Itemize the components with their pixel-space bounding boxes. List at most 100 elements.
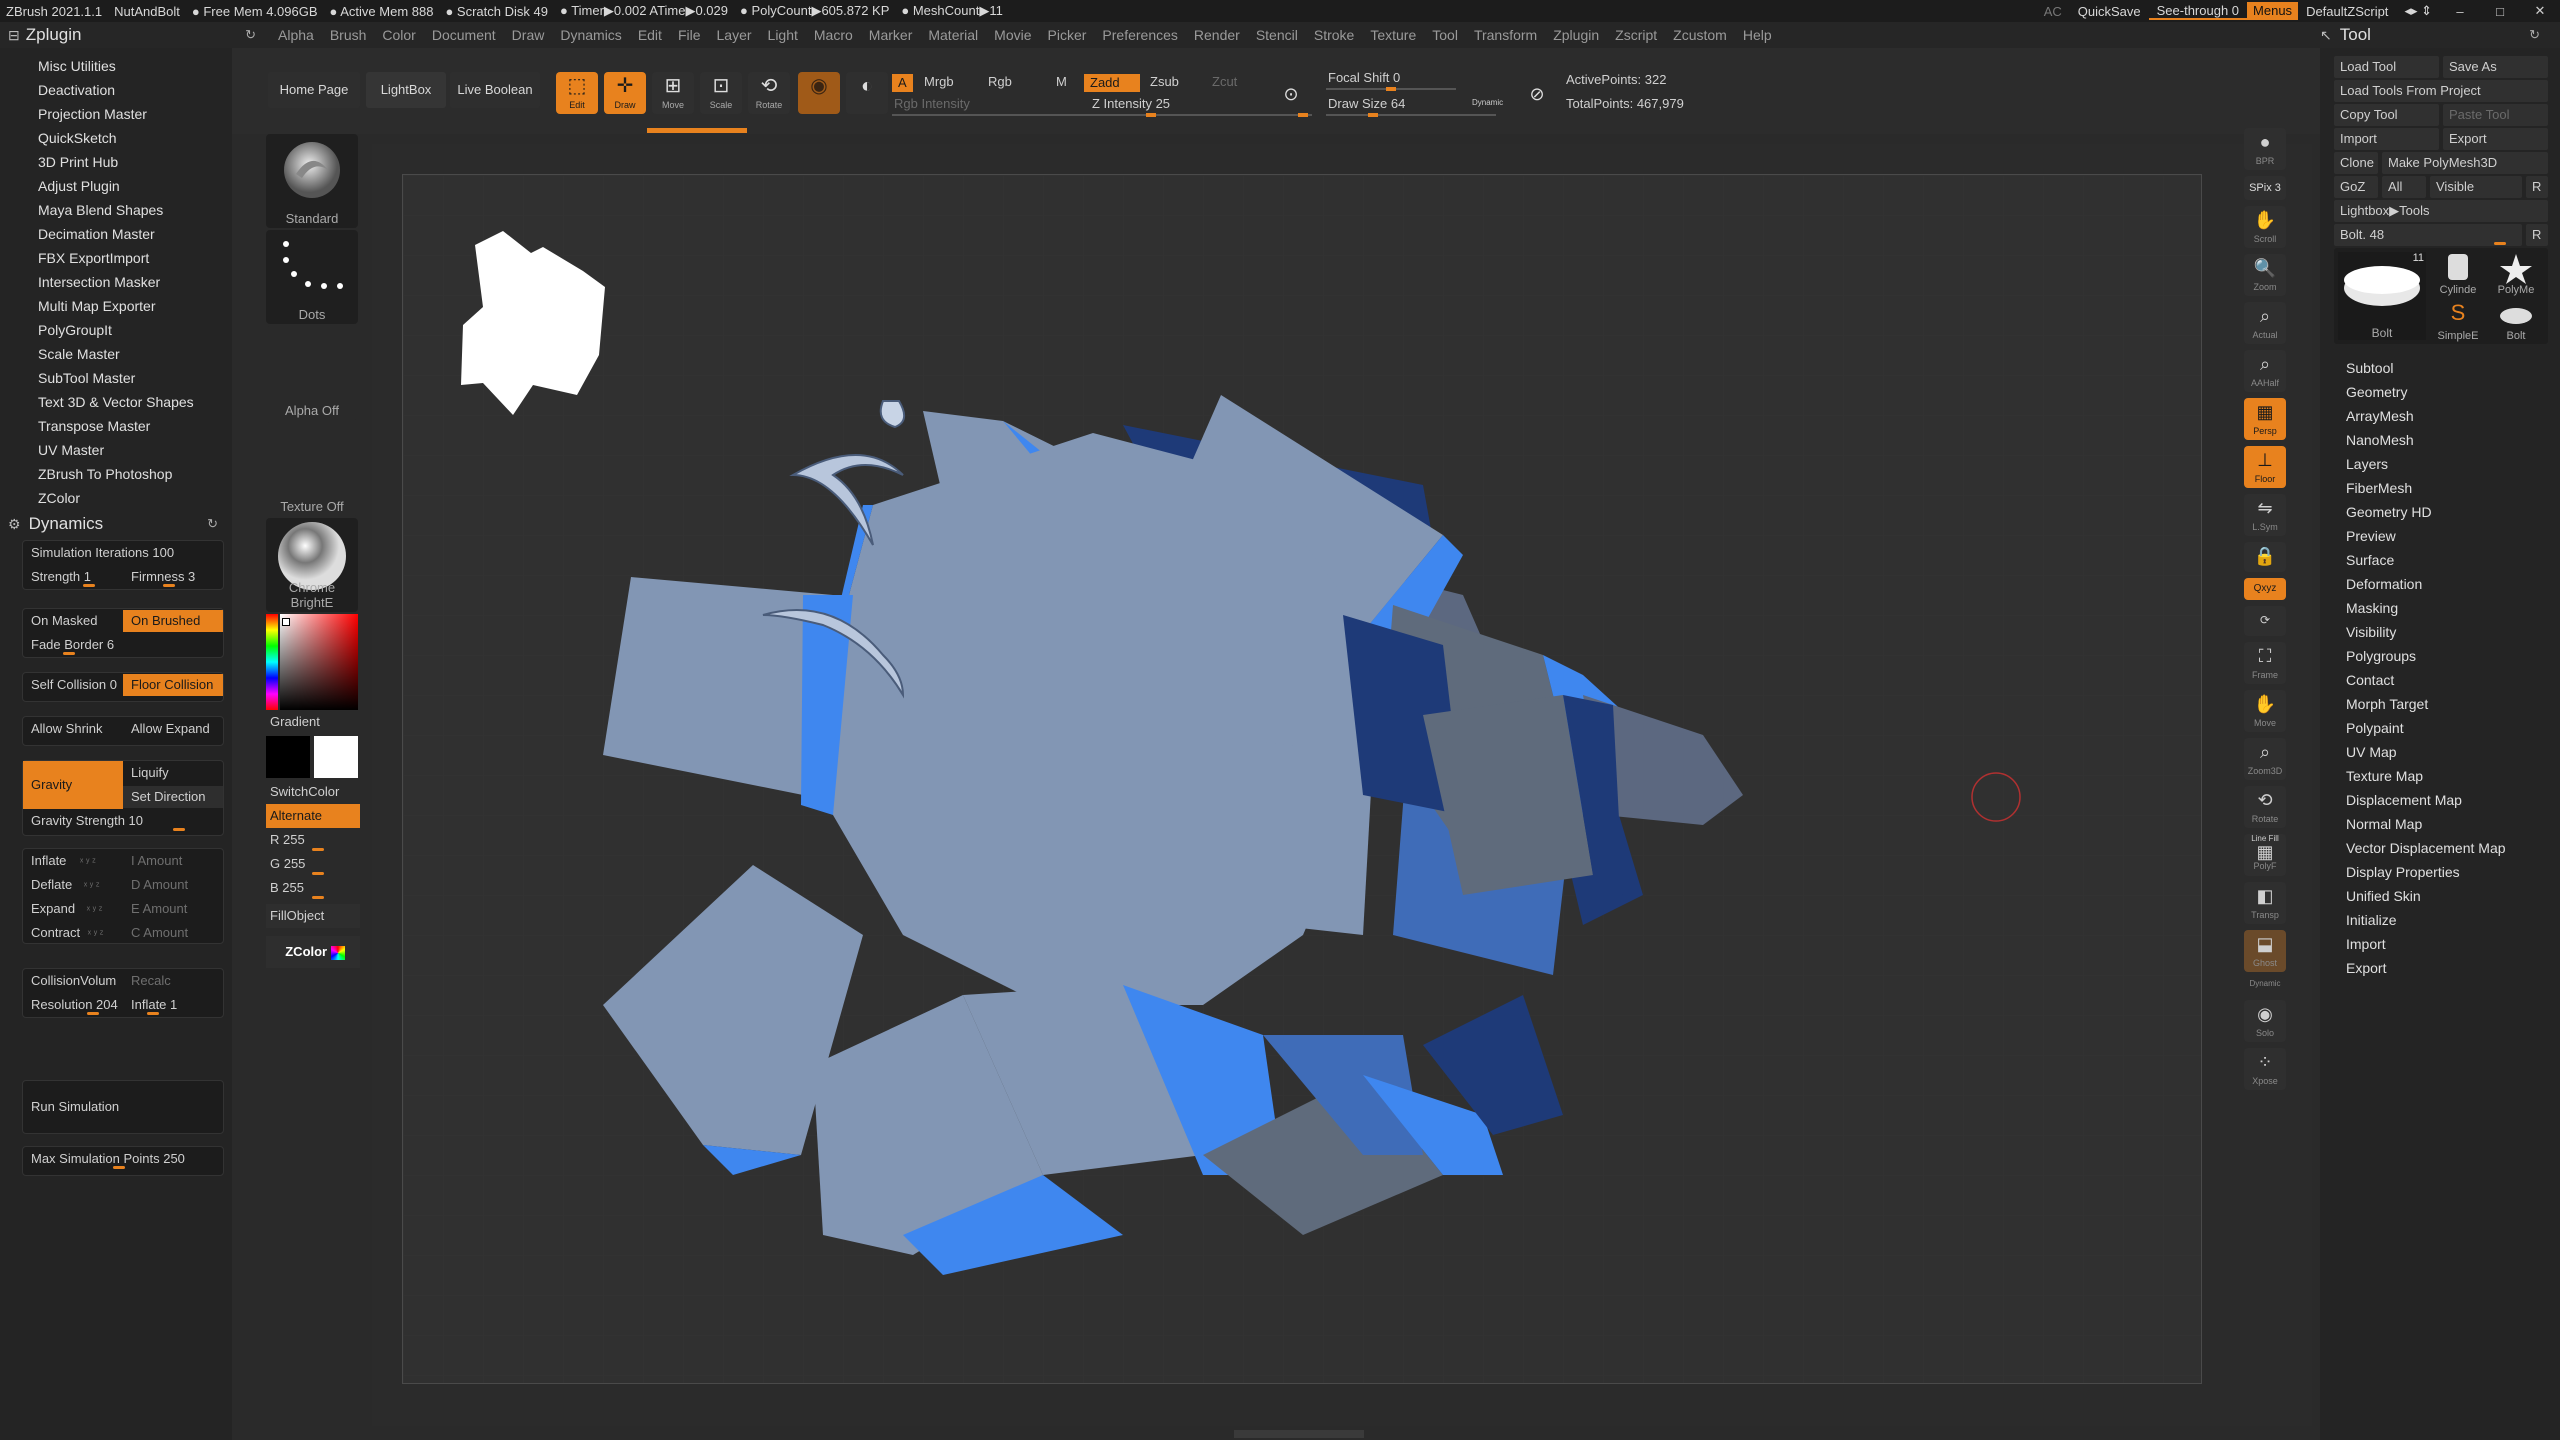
local-symmetry-button[interactable]: ⇋ L.Sym <box>2244 494 2286 536</box>
saturation-value-square[interactable] <box>280 614 358 710</box>
rgb-toggle[interactable]: Rgb <box>988 74 1012 89</box>
tool-section-arraymesh[interactable]: ArrayMesh <box>2346 404 2506 428</box>
menu-macro[interactable]: Macro <box>806 27 861 43</box>
move-view-button[interactable]: ✋ Move <box>2244 690 2286 732</box>
dynamic-toggle[interactable]: Dynamic <box>1472 98 1503 107</box>
tool-section-deformation[interactable]: Deformation <box>2346 572 2506 596</box>
zplugin-item-fbx-exportimport[interactable]: FBX ExportImport <box>38 246 232 270</box>
standard-brush-button[interactable]: Standard <box>266 134 358 228</box>
recalc-button[interactable]: Recalc <box>123 970 223 992</box>
qxyz-toggle[interactable]: Qxyz <box>2244 578 2286 600</box>
menu-alpha[interactable]: Alpha <box>270 27 322 43</box>
menu-zcustom[interactable]: Zcustom <box>1665 27 1735 43</box>
goz-visible-button[interactable]: Visible <box>2430 176 2522 198</box>
menu-zplugin[interactable]: Zplugin <box>1545 27 1607 43</box>
dynamic-draw-size-icon[interactable]: ⊘ <box>1522 80 1552 110</box>
tool-section-layers[interactable]: Layers <box>2346 452 2506 476</box>
rgb-intensity-slider[interactable]: Rgb Intensity <box>894 96 970 111</box>
tool-section-morph-target[interactable]: Morph Target <box>2346 692 2506 716</box>
save-as-button[interactable]: Save As <box>2443 56 2548 78</box>
rotate-view-button[interactable]: ⟲ Rotate <box>2244 786 2286 828</box>
bottom-tray-handle[interactable] <box>1234 1430 1364 1438</box>
load-tools-from-project-button[interactable]: Load Tools From Project <box>2334 80 2548 102</box>
maximize-button[interactable]: □ <box>2480 4 2520 19</box>
minimize-button[interactable]: – <box>2440 4 2480 19</box>
menu-light[interactable]: Light <box>760 27 806 43</box>
fillobject-button[interactable]: FillObject <box>266 904 360 928</box>
a-toggle[interactable]: A <box>892 74 913 92</box>
menu-stroke[interactable]: Stroke <box>1306 27 1362 43</box>
g-slider[interactable]: G 255 <box>266 852 360 876</box>
tool-thumb-bolt-large[interactable]: Bolt 11 <box>2338 252 2426 340</box>
zplugin-palette-header[interactable]: ⊟ Zplugin ↻ <box>0 25 270 45</box>
i-amount-slider[interactable]: I Amount <box>123 850 223 872</box>
c-amount-slider[interactable]: C Amount <box>123 922 223 944</box>
layout-arrows-icon[interactable]: ◂▸ ⇕ <box>2396 3 2440 19</box>
zplugin-item-polygroupit[interactable]: PolyGroupIt <box>38 318 232 342</box>
dynamics-header[interactable]: ⚙ Dynamics ↻ <box>0 510 232 538</box>
d-amount-slider[interactable]: D Amount <box>123 874 223 896</box>
max-simulation-points-slider[interactable]: Max Simulation Points 250 <box>23 1148 223 1170</box>
zcut-toggle[interactable]: Zcut <box>1212 74 1237 89</box>
close-button[interactable]: ✕ <box>2520 3 2560 19</box>
r-slider[interactable]: R 255 <box>266 828 360 852</box>
resolution-slider[interactable]: Resolution 204 <box>23 994 123 1016</box>
switchcolor-button[interactable]: SwitchColor <box>266 780 360 804</box>
mrgb-toggle[interactable]: Mrgb <box>924 74 954 89</box>
tool-section-surface[interactable]: Surface <box>2346 548 2506 572</box>
menu-tool[interactable]: Tool <box>1424 27 1466 43</box>
hue-strip[interactable] <box>266 614 278 710</box>
zplugin-item-adjust-plugin[interactable]: Adjust Plugin <box>38 174 232 198</box>
tool-thumb-cylinder[interactable]: Cylinde <box>2430 252 2486 296</box>
focal-shift-track[interactable] <box>1326 87 1456 91</box>
gradient-toggle[interactable]: Gradient <box>266 710 360 734</box>
paste-tool-button[interactable]: Paste Tool <box>2443 104 2548 126</box>
actual-button[interactable]: ⌕ Actual <box>2244 302 2286 344</box>
zplugin-item-projection-master[interactable]: Projection Master <box>38 102 232 126</box>
default-zscript-button[interactable]: DefaultZScript <box>2298 4 2396 19</box>
edit-mode-button[interactable]: ⬚ Edit <box>556 72 598 114</box>
tool-section-polygroups[interactable]: Polygroups <box>2346 644 2506 668</box>
document-viewport[interactable] <box>372 144 2312 1426</box>
secondary-color-swatch[interactable] <box>314 736 358 778</box>
current-tool-slider[interactable]: Bolt. 48 <box>2334 224 2522 246</box>
tool-section-normal-map[interactable]: Normal Map <box>2346 812 2506 836</box>
transp-button[interactable]: ◧ Transp <box>2244 882 2286 924</box>
expand-toggle[interactable]: Expand ˣ ʸ ᶻ <box>23 898 123 920</box>
menu-color[interactable]: Color <box>374 27 423 43</box>
zoom3d-button[interactable]: ⌕ Zoom3D <box>2244 738 2286 780</box>
tool-thumb-polymesh[interactable]: PolyMe <box>2488 252 2544 296</box>
see-through-slider[interactable]: See-through 0 <box>2148 3 2248 20</box>
zplugin-item-intersection-masker[interactable]: Intersection Masker <box>38 270 232 294</box>
menu-draw[interactable]: Draw <box>504 27 553 43</box>
menu-transform[interactable]: Transform <box>1466 27 1545 43</box>
contract-toggle[interactable]: Contract ˣ ʸ ᶻ <box>23 922 123 944</box>
deflate-toggle[interactable]: Deflate ˣ ʸ ᶻ <box>23 874 123 896</box>
tool-section-unified-skin[interactable]: Unified Skin <box>2346 884 2506 908</box>
tool-section-display-properties[interactable]: Display Properties <box>2346 860 2506 884</box>
tool-section-vector-displacement-map[interactable]: Vector Displacement Map <box>2346 836 2506 860</box>
firmness-slider[interactable]: Firmness 3 <box>123 566 223 588</box>
lightbox-tools-button[interactable]: Lightbox▶Tools <box>2334 200 2548 222</box>
run-simulation-button[interactable]: Run Simulation <box>23 1081 223 1133</box>
collision-volume-toggle[interactable]: CollisionVolum <box>23 970 123 992</box>
gravity-toggle[interactable]: Gravity <box>23 761 123 809</box>
z-intensity-slider[interactable]: Z Intensity 25 <box>1092 96 1170 111</box>
menu-preferences[interactable]: Preferences <box>1094 27 1185 43</box>
menus-toggle[interactable]: Menus <box>2247 2 2299 20</box>
material-button[interactable]: Chrome BrightE <box>266 518 358 612</box>
tool-section-polypaint[interactable]: Polypaint <box>2346 716 2506 740</box>
copy-tool-button[interactable]: Copy Tool <box>2334 104 2439 126</box>
load-tool-button[interactable]: Load Tool <box>2334 56 2439 78</box>
menu-edit[interactable]: Edit <box>630 27 670 43</box>
tool-section-uv-map[interactable]: UV Map <box>2346 740 2506 764</box>
lightbox-button[interactable]: LightBox <box>366 72 446 108</box>
tool-section-displacement-map[interactable]: Displacement Map <box>2346 788 2506 812</box>
floor-collision-toggle[interactable]: Floor Collision <box>123 674 223 696</box>
tool-section-import[interactable]: Import <box>2346 932 2506 956</box>
zplugin-item-scale-master[interactable]: Scale Master <box>38 342 232 366</box>
home-page-button[interactable]: Home Page <box>268 72 360 108</box>
menu-help[interactable]: Help <box>1735 27 1780 43</box>
on-masked-toggle[interactable]: On Masked <box>23 610 123 632</box>
zplugin-item-deactivation[interactable]: Deactivation <box>38 78 232 102</box>
